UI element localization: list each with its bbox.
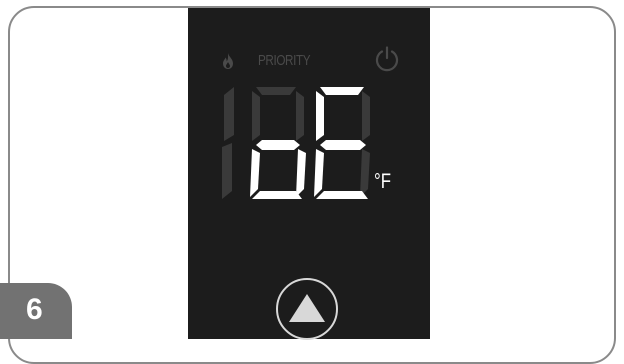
- control-panel: PRIORITY °F: [188, 8, 430, 340]
- flame-icon: [223, 53, 233, 69]
- temperature-unit: °F: [374, 170, 391, 193]
- digit-b: [250, 87, 306, 199]
- inactive-segments: [222, 87, 234, 199]
- step-number: 6: [26, 293, 43, 326]
- digit-e: [314, 87, 370, 199]
- up-arrow-icon: [289, 294, 325, 322]
- seven-segment-display: [222, 87, 370, 199]
- priority-indicator: PRIORITY: [258, 52, 311, 69]
- power-icon[interactable]: [374, 46, 400, 72]
- up-button[interactable]: [276, 278, 338, 340]
